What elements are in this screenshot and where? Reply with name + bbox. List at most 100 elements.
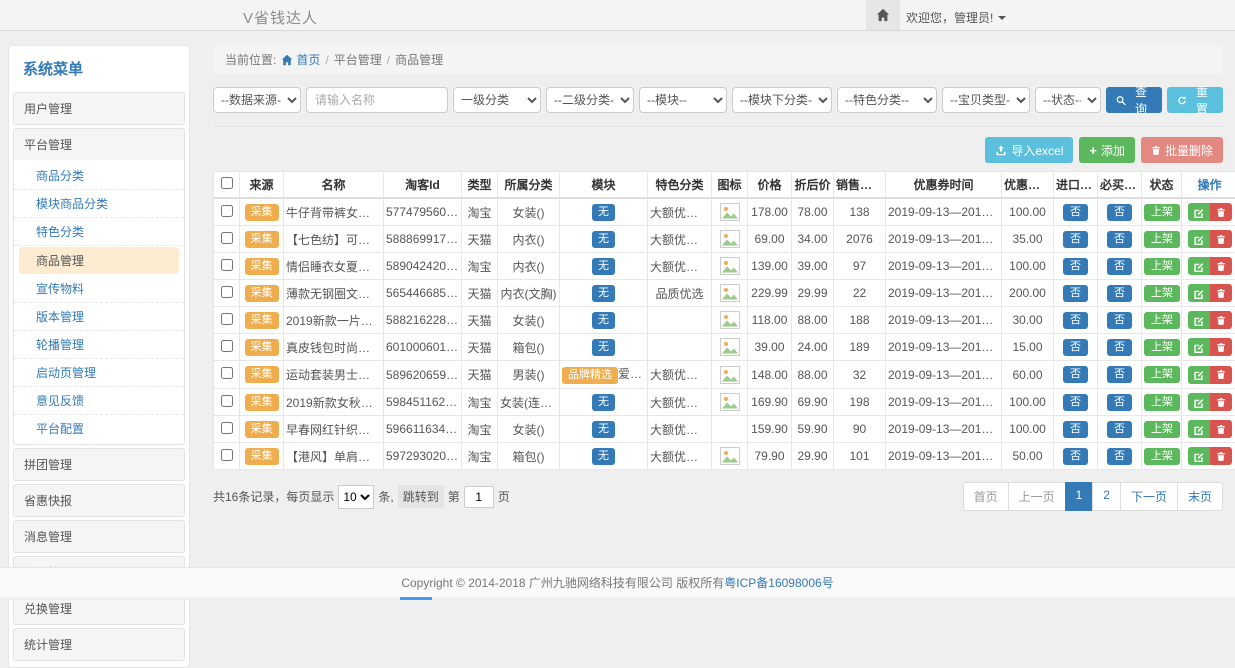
search-button[interactable]: 查询: [1106, 87, 1162, 113]
row-checkbox[interactable]: [221, 422, 233, 434]
import-optional-toggle[interactable]: 否: [1063, 312, 1088, 329]
must-buy-toggle[interactable]: 否: [1107, 285, 1132, 302]
row-checkbox[interactable]: [221, 367, 233, 379]
import-optional-toggle[interactable]: 否: [1063, 231, 1088, 248]
page-number-input[interactable]: [464, 486, 494, 508]
delete-button[interactable]: [1210, 257, 1232, 275]
must-buy-toggle[interactable]: 否: [1107, 258, 1132, 275]
status-button[interactable]: 上架: [1144, 421, 1180, 438]
delete-button[interactable]: [1210, 338, 1232, 356]
sidebar-item-version-mgmt[interactable]: 版本管理: [14, 303, 184, 331]
delete-button[interactable]: [1210, 366, 1232, 384]
status-select[interactable]: --状态--: [1035, 87, 1101, 113]
page-button[interactable]: 2: [1092, 482, 1121, 511]
row-checkbox[interactable]: [221, 232, 233, 244]
must-buy-toggle[interactable]: 否: [1107, 231, 1132, 248]
sidebar-item-carousel-mgmt[interactable]: 轮播管理: [14, 331, 184, 359]
row-checkbox[interactable]: [221, 286, 233, 298]
edit-button[interactable]: [1188, 257, 1210, 275]
home-button[interactable]: [866, 0, 900, 30]
must-buy-toggle[interactable]: 否: [1107, 312, 1132, 329]
row-checkbox[interactable]: [221, 205, 233, 217]
sidebar-group-stats-mgmt[interactable]: 统计管理: [14, 629, 184, 660]
import-optional-toggle[interactable]: 否: [1063, 285, 1088, 302]
edit-button[interactable]: [1188, 311, 1210, 329]
edit-button[interactable]: [1188, 393, 1210, 411]
must-buy-toggle[interactable]: 否: [1107, 448, 1132, 465]
edit-button[interactable]: [1188, 366, 1210, 384]
sidebar-group-platform-mgmt[interactable]: 平台管理: [14, 129, 184, 160]
sidebar-item-splash-page-mgmt[interactable]: 启动页管理: [14, 359, 184, 387]
per-page-select[interactable]: 10: [338, 485, 374, 509]
sidebar-group-saving-express[interactable]: 省惠快报: [14, 485, 184, 516]
sidebar-item-module-goods-category[interactable]: 模块商品分类: [14, 190, 184, 218]
row-checkbox[interactable]: [221, 340, 233, 352]
feature-category-select[interactable]: --特色分类--: [837, 87, 937, 113]
status-button[interactable]: 上架: [1144, 339, 1180, 356]
sidebar-item-feedback[interactable]: 意见反馈: [14, 387, 184, 415]
edit-button[interactable]: [1188, 284, 1210, 302]
page-button[interactable]: 1: [1065, 482, 1094, 511]
delete-button[interactable]: [1210, 230, 1232, 248]
sidebar-item-goods-category[interactable]: 商品分类: [14, 162, 184, 190]
edit-button[interactable]: [1188, 338, 1210, 356]
sidebar-item-platform-config[interactable]: 平台配置: [14, 415, 184, 442]
status-button[interactable]: 上架: [1144, 204, 1180, 221]
status-button[interactable]: 上架: [1144, 394, 1180, 411]
must-buy-toggle[interactable]: 否: [1107, 366, 1132, 383]
sidebar-item-goods-mgmt[interactable]: 商品管理: [19, 247, 179, 274]
import-optional-toggle[interactable]: 否: [1063, 421, 1088, 438]
level2-category-select[interactable]: --二级分类--: [546, 87, 634, 113]
import-optional-toggle[interactable]: 否: [1063, 394, 1088, 411]
edit-button[interactable]: [1188, 230, 1210, 248]
batch-delete-button[interactable]: 批量删除: [1141, 137, 1223, 163]
sidebar-item-feature-category[interactable]: 特色分类: [14, 218, 184, 246]
must-buy-toggle[interactable]: 否: [1107, 394, 1132, 411]
status-button[interactable]: 上架: [1144, 285, 1180, 302]
import-optional-toggle[interactable]: 否: [1063, 339, 1088, 356]
select-all-checkbox[interactable]: [221, 177, 233, 189]
page-button[interactable]: 末页: [1177, 482, 1223, 511]
import-optional-toggle[interactable]: 否: [1063, 204, 1088, 221]
module-select[interactable]: --模块--: [639, 87, 727, 113]
sidebar-group-message-mgmt[interactable]: 消息管理: [14, 521, 184, 552]
status-button[interactable]: 上架: [1144, 231, 1180, 248]
edit-button[interactable]: [1188, 203, 1210, 221]
must-buy-toggle[interactable]: 否: [1107, 204, 1132, 221]
status-button[interactable]: 上架: [1144, 366, 1180, 383]
user-menu[interactable]: 欢迎您，管理员!: [906, 9, 1006, 26]
level1-category-select[interactable]: 一级分类: [453, 87, 541, 113]
sidebar-item-promo-material[interactable]: 宣传物料: [14, 275, 184, 303]
reset-button[interactable]: 重置: [1167, 87, 1223, 113]
page-button[interactable]: 下一页: [1120, 482, 1178, 511]
page-button[interactable]: 首页: [963, 482, 1009, 511]
row-checkbox[interactable]: [221, 259, 233, 271]
delete-button[interactable]: [1210, 311, 1232, 329]
row-checkbox[interactable]: [221, 449, 233, 461]
breadcrumb-home-link[interactable]: 首页: [281, 51, 320, 68]
delete-button[interactable]: [1210, 420, 1232, 438]
delete-button[interactable]: [1210, 203, 1232, 221]
name-input[interactable]: [306, 87, 448, 113]
must-buy-toggle[interactable]: 否: [1107, 421, 1132, 438]
data-source-select[interactable]: --数据来源--: [213, 87, 301, 113]
delete-button[interactable]: [1210, 284, 1232, 302]
row-checkbox[interactable]: [221, 313, 233, 325]
status-button[interactable]: 上架: [1144, 258, 1180, 275]
import-optional-toggle[interactable]: 否: [1063, 258, 1088, 275]
delete-button[interactable]: [1210, 447, 1232, 465]
module-sub-category-select[interactable]: --模块下分类--: [732, 87, 832, 113]
item-type-select[interactable]: --宝贝类型--: [942, 87, 1030, 113]
edit-button[interactable]: [1188, 420, 1210, 438]
import-optional-toggle[interactable]: 否: [1063, 448, 1088, 465]
delete-button[interactable]: [1210, 393, 1232, 411]
sidebar-group-group-buy-mgmt[interactable]: 拼团管理: [14, 449, 184, 480]
sidebar-group-user-mgmt[interactable]: 用户管理: [14, 93, 184, 124]
import-optional-toggle[interactable]: 否: [1063, 366, 1088, 383]
import-excel-button[interactable]: 导入excel: [985, 137, 1073, 163]
icp-link[interactable]: 粤ICP备16098006号: [724, 574, 833, 591]
status-button[interactable]: 上架: [1144, 312, 1180, 329]
status-button[interactable]: 上架: [1144, 448, 1180, 465]
edit-button[interactable]: [1188, 447, 1210, 465]
must-buy-toggle[interactable]: 否: [1107, 339, 1132, 356]
